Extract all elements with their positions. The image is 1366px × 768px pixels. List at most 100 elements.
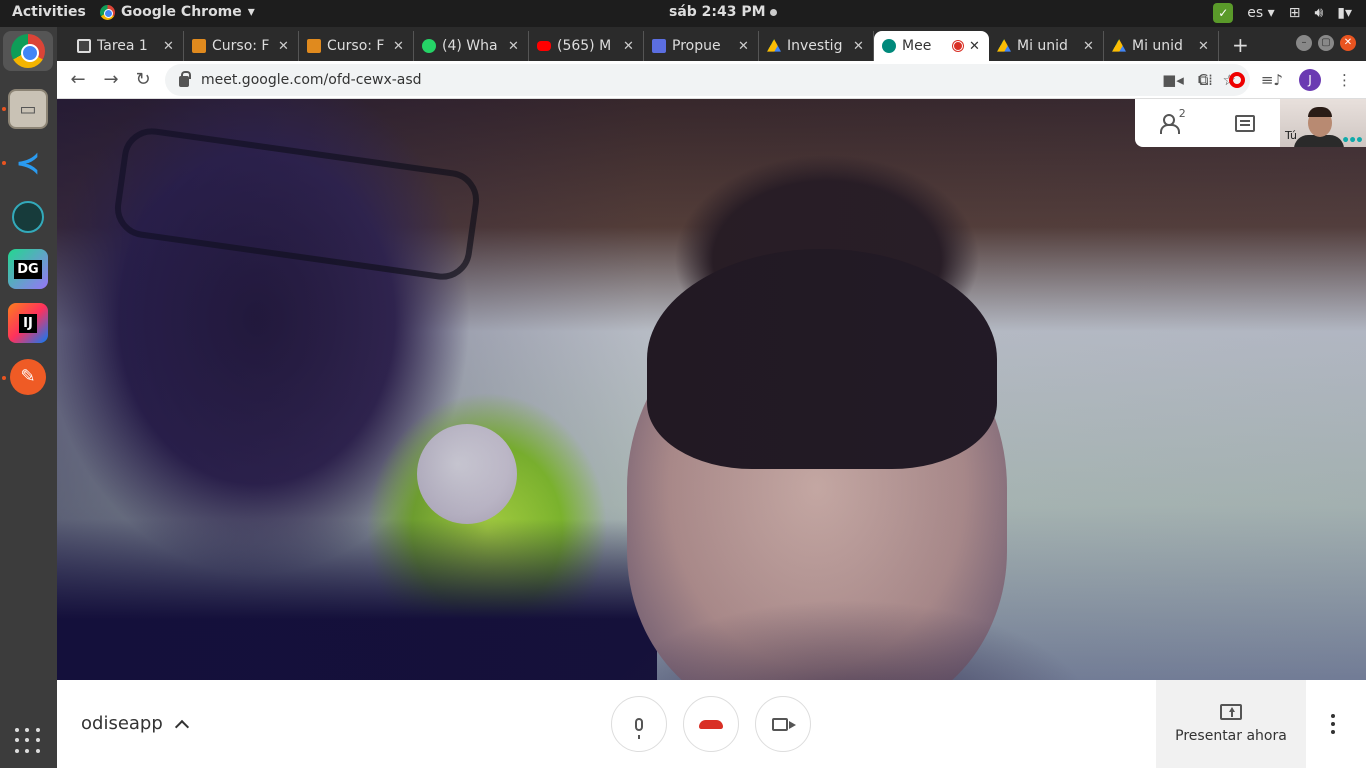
language-indicator[interactable]: es ▾ bbox=[1247, 5, 1274, 21]
tab-title: Mee bbox=[902, 38, 932, 54]
clock[interactable]: sáb 2:43 PM bbox=[669, 4, 777, 20]
maximize-icon[interactable]: ▢ bbox=[1318, 35, 1334, 51]
volume-icon[interactable]: 🔊︎ bbox=[1314, 5, 1323, 21]
google-drive-icon bbox=[997, 39, 1011, 52]
close-icon[interactable]: ✕ bbox=[278, 39, 292, 54]
clock-text: sáb 2:43 PM bbox=[669, 4, 766, 20]
tab[interactable]: Propue ✕ bbox=[644, 31, 759, 61]
close-icon[interactable]: ✕ bbox=[508, 39, 522, 54]
system-tray[interactable]: ✓ es ▾ ⊞ 🔊︎ ▮▾ bbox=[1213, 3, 1352, 23]
tab-title: Propue bbox=[672, 38, 721, 54]
meet-top-panel: 2 bbox=[1135, 99, 1280, 147]
chat-icon[interactable] bbox=[1235, 114, 1256, 132]
close-icon[interactable]: ✕ bbox=[969, 39, 983, 54]
back-arrow-icon[interactable]: ← bbox=[67, 69, 89, 90]
close-icon[interactable]: ✕ bbox=[163, 39, 177, 54]
tab[interactable]: Tarea 1 ✕ bbox=[69, 31, 184, 61]
close-icon[interactable]: ✕ bbox=[393, 39, 407, 54]
close-icon[interactable]: ✕ bbox=[738, 39, 752, 54]
close-icon[interactable]: ✕ bbox=[623, 39, 637, 54]
battery-icon[interactable]: ▮▾ bbox=[1337, 5, 1352, 21]
tab-title: Curso: F bbox=[212, 38, 270, 54]
lock-icon[interactable] bbox=[179, 71, 191, 87]
chevron-up-icon bbox=[174, 719, 189, 734]
self-view-tile[interactable]: Tú ••• bbox=[1280, 99, 1366, 147]
address-bar[interactable]: meet.google.com/ofd-cewx-asd ■◂ ⧉ ☆ bbox=[165, 64, 1250, 96]
camera-in-use-icon[interactable]: ■◂ bbox=[1162, 71, 1184, 89]
tab-title: Mi unid bbox=[1132, 38, 1183, 54]
postman-icon: ✎ bbox=[10, 359, 46, 395]
video-camera-icon bbox=[772, 717, 788, 731]
notification-dot-icon bbox=[769, 8, 777, 16]
close-icon[interactable]: ✕ bbox=[1198, 39, 1212, 54]
chevron-down-icon: ▾ bbox=[247, 4, 255, 20]
participants-count: 2 bbox=[1178, 107, 1186, 120]
profile-avatar[interactable]: J bbox=[1299, 69, 1321, 91]
media-control-icon[interactable]: ≡♪ bbox=[1261, 71, 1283, 89]
activities-button[interactable]: Activities bbox=[12, 4, 86, 20]
tab[interactable]: (565) M ✕ bbox=[529, 31, 644, 61]
chrome-icon bbox=[100, 4, 115, 20]
dock-postman[interactable]: ✎ bbox=[8, 357, 48, 397]
tab-title: Investig bbox=[787, 38, 843, 54]
browser-toolbar: ← → ↻ meet.google.com/ofd-cewx-asd ■◂ ⧉ … bbox=[57, 61, 1366, 99]
present-now-button[interactable]: Presentar ahora bbox=[1156, 680, 1306, 768]
close-icon[interactable]: ✕ bbox=[853, 39, 867, 54]
app-menu[interactable]: Google Chrome ▾ bbox=[100, 4, 255, 20]
show-applications-icon[interactable] bbox=[15, 728, 41, 754]
network-icon[interactable]: ⊞ bbox=[1289, 5, 1301, 21]
dock-intellij[interactable]: IJ bbox=[8, 303, 48, 343]
window-controls: – ▢ ✕ bbox=[1296, 35, 1356, 51]
mic-button[interactable] bbox=[611, 696, 667, 752]
more-options-icon[interactable] bbox=[1331, 714, 1335, 734]
dock-vscode[interactable]: ≺ bbox=[8, 143, 48, 183]
camera-button[interactable] bbox=[755, 696, 811, 752]
app-menu-label: Google Chrome bbox=[121, 4, 242, 20]
microphone-icon bbox=[635, 717, 643, 739]
tab-active[interactable]: Mee ✕ bbox=[874, 31, 989, 61]
self-view-person bbox=[1308, 107, 1332, 117]
moodle-icon bbox=[307, 39, 321, 53]
present-screen-icon bbox=[1220, 704, 1242, 720]
new-tab-button[interactable]: + bbox=[1232, 33, 1249, 57]
main-video-feed bbox=[57, 99, 1366, 680]
forward-arrow-icon[interactable]: → bbox=[100, 69, 122, 90]
tab[interactable]: Mi unid ✕ bbox=[1104, 31, 1219, 61]
dock-chrome[interactable] bbox=[3, 31, 53, 71]
tab[interactable]: (4) Wha ✕ bbox=[414, 31, 529, 61]
opera-vpn-icon[interactable] bbox=[1228, 72, 1245, 88]
extension-icon[interactable]: C⁞ bbox=[1198, 71, 1213, 89]
self-label: Tú bbox=[1285, 129, 1298, 142]
tab[interactable]: Curso: F ✕ bbox=[299, 31, 414, 61]
dock-files[interactable]: ▭ bbox=[8, 89, 48, 129]
minimize-icon[interactable]: – bbox=[1296, 35, 1312, 51]
dock-datagrip[interactable]: DG bbox=[8, 249, 48, 289]
reload-icon[interactable]: ↻ bbox=[132, 69, 154, 90]
google-meet-icon bbox=[882, 39, 896, 53]
tab[interactable]: Mi unid ✕ bbox=[989, 31, 1104, 61]
more-vert-icon[interactable]: ⋮ bbox=[1337, 71, 1352, 89]
tab-title: Tarea 1 bbox=[97, 38, 148, 54]
moodle-icon bbox=[192, 39, 206, 53]
hang-up-button[interactable] bbox=[683, 696, 739, 752]
tab[interactable]: Curso: F ✕ bbox=[184, 31, 299, 61]
meeting-details-toggle[interactable]: odiseapp bbox=[81, 713, 189, 734]
tab-strip: Tarea 1 ✕ Curso: F ✕ Curso: F ✕ (4) Wha … bbox=[57, 27, 1366, 61]
youtube-icon bbox=[537, 41, 551, 51]
tab[interactable]: Investig ✕ bbox=[759, 31, 874, 61]
datagrip-icon: DG bbox=[14, 259, 42, 279]
video-tint bbox=[57, 99, 1366, 680]
close-window-icon[interactable]: ✕ bbox=[1340, 35, 1356, 51]
dock-gitkraken[interactable] bbox=[8, 197, 48, 237]
running-indicator bbox=[2, 161, 6, 165]
present-now-label: Presentar ahora bbox=[1175, 728, 1287, 744]
update-check-icon[interactable]: ✓ bbox=[1213, 3, 1234, 23]
url-text: meet.google.com/ofd-cewx-asd bbox=[201, 72, 422, 88]
people-icon[interactable]: 2 bbox=[1159, 107, 1186, 134]
classroom-icon bbox=[77, 39, 91, 53]
running-indicator bbox=[2, 107, 6, 111]
tab-title: (4) Wha bbox=[442, 38, 498, 54]
speaking-indicator-icon: ••• bbox=[1341, 133, 1364, 147]
language-label: es bbox=[1247, 5, 1264, 21]
close-icon[interactable]: ✕ bbox=[1083, 39, 1097, 54]
